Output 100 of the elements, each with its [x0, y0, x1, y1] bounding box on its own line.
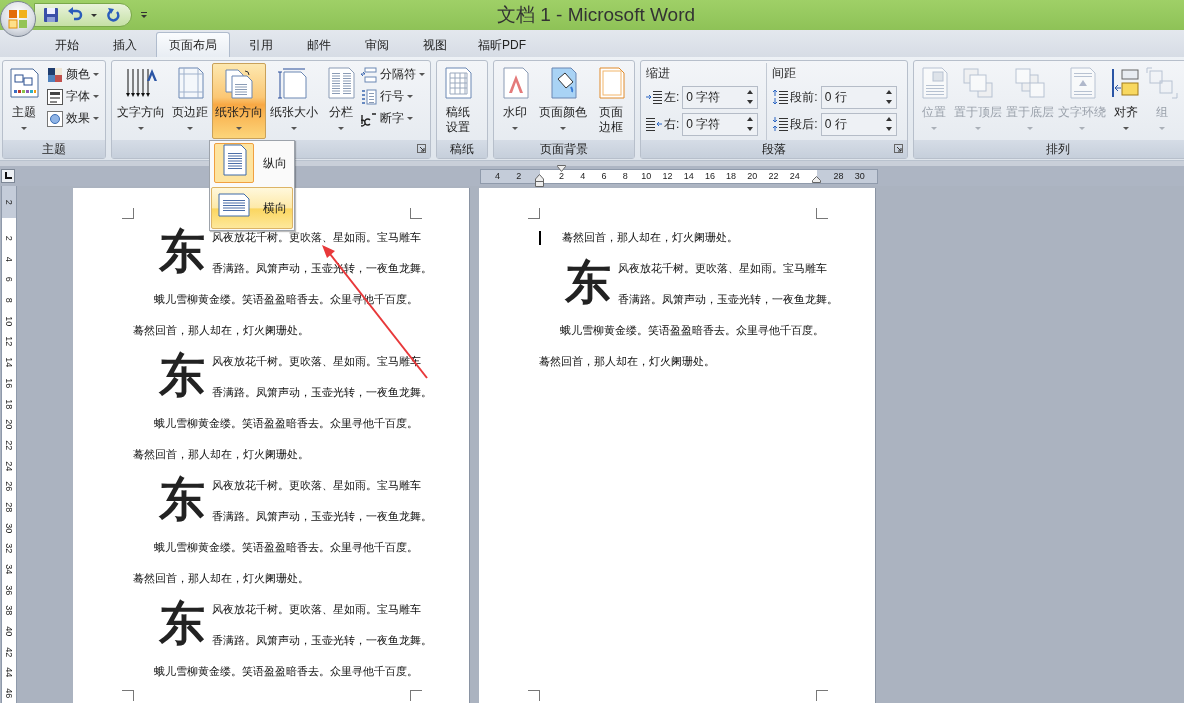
group-label: 页面背景: [540, 140, 588, 158]
ribbon-button[interactable]: 行号: [361, 88, 427, 105]
text-line: 香满路。凤箫声动，玉壶光转，一夜鱼龙舞。: [212, 509, 432, 524]
group-icon: [1146, 67, 1178, 99]
ruler-number: 16: [704, 171, 715, 181]
columns-icon: [325, 67, 357, 99]
drop-cap: 东: [159, 598, 206, 651]
ribbon-tab[interactable]: 页面布局: [156, 32, 230, 57]
ruler-number: 10: [641, 171, 652, 181]
indent-marker-icon: [535, 173, 544, 187]
text-line: 香满路。凤箫声动，玉壶光转，一夜鱼龙舞。: [212, 385, 432, 400]
caret-icon: [975, 127, 981, 130]
ribbon-button[interactable]: 断字: [361, 110, 427, 127]
ribbon-tab[interactable]: 视图: [408, 33, 462, 57]
caret-icon: [338, 127, 344, 130]
office-logo-icon: [6, 7, 30, 31]
ribbon-button[interactable]: 页面颜色: [536, 63, 590, 139]
align-icon: [1110, 67, 1142, 99]
text-line: 香满路。凤箫声动，玉壶光转，一夜鱼龙舞。: [212, 633, 432, 648]
hyphenation-icon: [361, 110, 377, 127]
margin-mark: [816, 208, 828, 219]
ruler-number: 38: [3, 605, 16, 616]
ruler-number: 18: [3, 398, 16, 409]
ruler-number: 30: [3, 522, 16, 533]
drop-cap: 东: [159, 350, 206, 403]
ribbon-button[interactable]: 主题: [5, 63, 43, 139]
spacing-after-icon: [772, 116, 789, 132]
section-heading: 缩进: [646, 65, 671, 82]
ribbon-tab[interactable]: 插入: [98, 33, 152, 57]
ruler-number: 4: [3, 256, 16, 262]
text-line: 风夜放花千树。更吹落、星如雨。宝马雕车: [212, 602, 422, 617]
office-button[interactable]: [0, 1, 36, 37]
caret-icon: [291, 127, 297, 130]
ribbon-button[interactable]: 纸张方向: [212, 63, 266, 139]
ribbon-tab[interactable]: 开始: [40, 33, 94, 57]
field-label: 右:: [664, 115, 680, 133]
margin-mark: [410, 690, 422, 701]
caret-icon[interactable]: [91, 13, 97, 17]
ruler-number: 2: [559, 171, 565, 181]
ruler-number: 34: [3, 564, 16, 575]
spin-field[interactable]: 0 行: [820, 85, 897, 109]
ribbon-tab[interactable]: 审阅: [350, 33, 404, 57]
ruler-number: 4: [495, 171, 501, 181]
caret-icon: [931, 127, 937, 130]
ruler-number: 28: [3, 502, 16, 513]
spin-arrows-icon: [884, 115, 893, 133]
ribbon-tab[interactable]: 福昕PDF: [466, 33, 538, 57]
ribbon-tab[interactable]: 引用: [234, 33, 288, 57]
ribbon-button[interactable]: 分栏: [322, 63, 360, 139]
ribbon-button[interactable]: 稿纸设置: [439, 63, 477, 139]
text-line: 蓦然回首，那人却在，灯火阑珊处。: [539, 354, 715, 369]
spin-arrows-icon: [746, 88, 755, 106]
drop-cap: 东: [159, 474, 206, 527]
group-label: 段落: [762, 140, 786, 158]
caret-icon: [407, 117, 413, 120]
caret-icon: [187, 127, 193, 130]
ruler-number: 32: [3, 543, 16, 554]
caret-icon: [1159, 127, 1165, 130]
ribbon-button[interactable]: 页面边框: [592, 63, 630, 139]
ruler-number: 12: [662, 171, 673, 181]
draft-grid-icon: [442, 67, 474, 99]
caret-icon: [21, 127, 27, 130]
ruler-number: 10: [3, 316, 16, 327]
ribbon-button[interactable]: 页边距: [169, 63, 211, 139]
text-direction-icon: [125, 67, 157, 99]
margin-mark: [816, 690, 828, 701]
ruler-number: 46: [3, 688, 16, 699]
text-line: 蛾儿雪柳黄金缕。笑语盈盈暗香去。众里寻他千百度。: [559, 323, 824, 338]
caret-icon: [1027, 127, 1033, 130]
spin-arrows-icon: [746, 115, 755, 133]
ruler-number: 6: [3, 277, 16, 283]
ribbon-button[interactable]: 对齐: [1108, 63, 1144, 139]
margin-mark: [528, 690, 540, 701]
ruler-number: 14: [3, 357, 16, 368]
ruler-number: 22: [768, 171, 779, 181]
ribbon-button[interactable]: 纸张大小: [267, 63, 321, 139]
bring-to-front-icon: [962, 67, 994, 99]
indent-right-icon: [646, 116, 662, 132]
ribbon-button[interactable]: 文字方向: [114, 63, 168, 139]
ribbon-button[interactable]: 水印: [496, 63, 534, 139]
ruler-number: 42: [3, 647, 16, 658]
menu-item[interactable]: 横向: [211, 187, 293, 229]
color-palette-icon: [47, 66, 63, 83]
font-icon: [47, 88, 63, 105]
tab-selector[interactable]: [1, 169, 15, 183]
caret-icon: [236, 127, 242, 130]
menu-item[interactable]: 纵向: [211, 142, 293, 184]
ribbon-button[interactable]: 效果: [47, 110, 101, 127]
ribbon-button[interactable]: 颜色: [47, 66, 101, 83]
spin-field[interactable]: 0 字符: [682, 112, 759, 136]
text-line: 风夜放花千树。更吹落、星如雨。宝马雕车: [618, 261, 828, 276]
spin-field[interactable]: 0 字符: [682, 85, 759, 109]
ribbon-button[interactable]: 字体: [47, 88, 101, 105]
ribbon-tab[interactable]: 邮件: [292, 33, 346, 57]
drop-cap: 东: [565, 257, 612, 310]
spin-field[interactable]: 0 行: [820, 112, 897, 136]
text-line: 蓦然回首，那人却在，灯火阑珊处。: [133, 447, 309, 462]
caret-icon: [93, 117, 99, 120]
ribbon-button[interactable]: 分隔符: [361, 66, 427, 83]
group-label: 稿纸: [450, 140, 474, 158]
